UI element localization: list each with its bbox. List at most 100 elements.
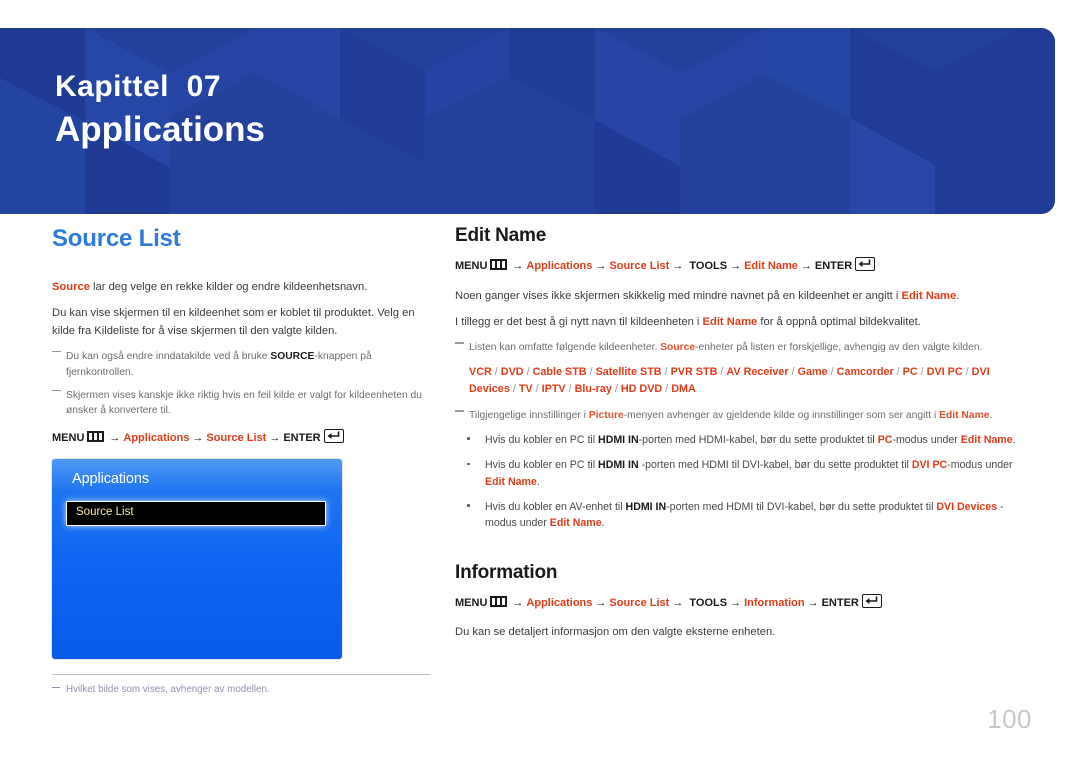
device-separator: / bbox=[917, 365, 927, 378]
bullet-1-text-4: . bbox=[1012, 433, 1016, 446]
hdmi-in-keyword: HDMI IN bbox=[598, 459, 639, 472]
path-arrow-icon: → bbox=[512, 596, 524, 609]
bullet-2-mode-keyword: DVI PC bbox=[911, 459, 948, 472]
edit-name-paragraph-1: Noen ganger vises ikke skjermen skikkeli… bbox=[455, 288, 1025, 305]
device-separator: / bbox=[788, 365, 798, 378]
list-item: Hvis du kobler en PC til HDMI IN-porten … bbox=[455, 432, 1025, 448]
chapter-label: Kapittel 07 bbox=[55, 70, 222, 103]
note-wrong-source: Skjermen vises kanskje ikke riktig hvis … bbox=[52, 388, 430, 419]
chapter-title: Applications bbox=[55, 109, 266, 149]
device-separator: / bbox=[565, 383, 575, 396]
bullet-1-mode-keyword: PC bbox=[877, 433, 893, 446]
edit-name-p2-pre: I tillegg er det best å gi nytt navn til… bbox=[455, 315, 703, 328]
path-step-edit-name: Edit Name bbox=[744, 260, 798, 272]
device-type: DMA bbox=[671, 383, 696, 396]
banner-text-block: Kapittel 07 Applications bbox=[55, 68, 265, 151]
path-arrow-icon: → bbox=[730, 260, 742, 272]
device-type: VCR bbox=[469, 365, 492, 378]
note-dash-icon bbox=[52, 389, 61, 392]
picture-note-mid: -menyen avhenger av gjeldende kilde og i… bbox=[623, 410, 940, 422]
picture-note-pre: Tilgjengelige innstillinger i bbox=[469, 410, 589, 422]
note-device-list: Listen kan omfatte følgende kildeenheter… bbox=[455, 340, 1025, 355]
bullet-2-text-3: -modus under bbox=[947, 459, 1013, 472]
device-type: Blu-ray bbox=[574, 383, 612, 396]
source-keyword: Source bbox=[52, 281, 90, 293]
edit-name-p2-post: for å oppnå optimal bildekvalitet. bbox=[757, 315, 921, 328]
list-item: Hvis du kobler en AV-enhet til HDMI IN-p… bbox=[455, 499, 1025, 532]
bullet-2-text-4: . bbox=[536, 475, 540, 488]
page-content: Source List Source lar deg velge en rekk… bbox=[0, 213, 1080, 763]
path-arrow-icon: → bbox=[512, 260, 524, 272]
bullet-3-mode-keyword: DVI Devices bbox=[936, 500, 998, 513]
hdmi-in-keyword: HDMI IN bbox=[625, 500, 667, 513]
bullet-1-text-2: -porten med HDMI-kabel, bør du sette pro… bbox=[638, 433, 878, 446]
device-type: AV Receiver bbox=[726, 365, 789, 378]
note-1-pre: Du kan også endre inndatakilde ved å bru… bbox=[66, 351, 271, 363]
edit-name-keyword: Edit Name bbox=[549, 517, 602, 530]
footnote-text: Hvilket bilde som vises, avhenger av mod… bbox=[66, 684, 270, 696]
edit-name-keyword: Edit Name bbox=[702, 315, 758, 328]
path-arrow-icon: → bbox=[730, 596, 742, 609]
note-dash-icon bbox=[52, 350, 61, 353]
device-note-post: -enheter på listen er forskjellige, avhe… bbox=[695, 342, 983, 354]
bullet-1-text-1: Hvis du kobler en PC til bbox=[485, 433, 599, 446]
osd-menu-title: Applications bbox=[72, 471, 149, 488]
bullet-1-text-3: -modus under bbox=[892, 433, 961, 446]
section-heading-source-list: Source List bbox=[52, 225, 181, 252]
device-type: PC bbox=[902, 365, 918, 378]
footnote-divider bbox=[52, 674, 430, 676]
device-type: HD DVD bbox=[620, 383, 663, 396]
device-separator: / bbox=[661, 365, 671, 378]
device-separator: / bbox=[586, 365, 596, 378]
bullet-2-text-2: -porten med HDMI til DVI-kabel, bør du s… bbox=[638, 459, 912, 472]
chapter-banner: Kapittel 07 Applications bbox=[0, 28, 1055, 214]
bullet-3-text-2: -porten med HDMI til DVI-kabel, bør du s… bbox=[666, 500, 937, 513]
device-note-pre: Listen kan omfatte følgende kildeenheter… bbox=[469, 342, 661, 354]
path-step-applications: Applications bbox=[526, 260, 593, 272]
source-keyword: Source bbox=[660, 342, 696, 354]
device-separator: / bbox=[532, 383, 542, 396]
menu-path-information: MENU → Applications → Source List → TOOLS → Inf… bbox=[455, 593, 1025, 613]
picture-note-post: . bbox=[989, 410, 993, 422]
menu-label: MENU bbox=[455, 260, 488, 272]
menu-path-edit-name: MENU → Applications → Source List → TOOLS → Edi… bbox=[455, 257, 1025, 276]
path-step-source-list: Source List bbox=[609, 260, 670, 272]
device-separator: / bbox=[509, 383, 519, 396]
device-separator: / bbox=[662, 383, 672, 396]
path-arrow-icon: → bbox=[192, 431, 204, 444]
device-separator: / bbox=[962, 365, 972, 378]
note-dash-icon bbox=[455, 410, 464, 412]
bullet-dot-icon bbox=[467, 437, 470, 440]
picture-keyword: Picture bbox=[588, 410, 624, 422]
edit-name-paragraph-2: I tillegg er det best å gi nytt navn til… bbox=[455, 314, 1025, 331]
edit-name-keyword: Edit Name bbox=[939, 410, 990, 422]
osd-screenshot: Applications Source List bbox=[52, 459, 342, 660]
note-source-button: Du kan også endre inndatakilde ved å bru… bbox=[52, 349, 430, 380]
enter-label: ENTER bbox=[283, 431, 321, 444]
edit-name-keyword: Edit Name bbox=[485, 475, 537, 488]
osd-selected-label: Source List bbox=[76, 506, 134, 519]
path-arrow-icon: → bbox=[595, 260, 607, 272]
path-step-tools: TOOLS bbox=[689, 596, 728, 609]
menu-bars-icon bbox=[490, 595, 508, 607]
enter-return-icon bbox=[855, 257, 876, 271]
path-arrow-icon: → bbox=[595, 596, 607, 609]
path-arrow-icon: → bbox=[109, 431, 121, 444]
note-picture-settings: Tilgjengelige innstillinger i Picture-me… bbox=[455, 408, 1025, 423]
path-arrow-icon: → bbox=[269, 431, 281, 444]
device-separator: / bbox=[491, 365, 501, 378]
path-arrow-icon: → bbox=[672, 596, 684, 609]
section-heading-edit-name: Edit Name bbox=[455, 225, 547, 246]
source-intro-rest: lar deg velge en rekke kilder og endre k… bbox=[89, 281, 368, 293]
enter-label: ENTER bbox=[821, 596, 859, 609]
osd-selected-row[interactable]: Source List bbox=[66, 501, 326, 527]
edit-name-keyword: Edit Name bbox=[960, 433, 1013, 446]
note-dash-icon bbox=[455, 342, 464, 344]
device-type: Game bbox=[797, 365, 828, 378]
path-step-source-list: Source List bbox=[609, 596, 670, 609]
device-type: DVI PC bbox=[926, 365, 963, 378]
device-separator: / bbox=[611, 383, 621, 396]
enter-return-icon bbox=[323, 428, 344, 443]
path-arrow-icon: → bbox=[807, 596, 819, 609]
path-step-tools: TOOLS bbox=[689, 260, 728, 272]
